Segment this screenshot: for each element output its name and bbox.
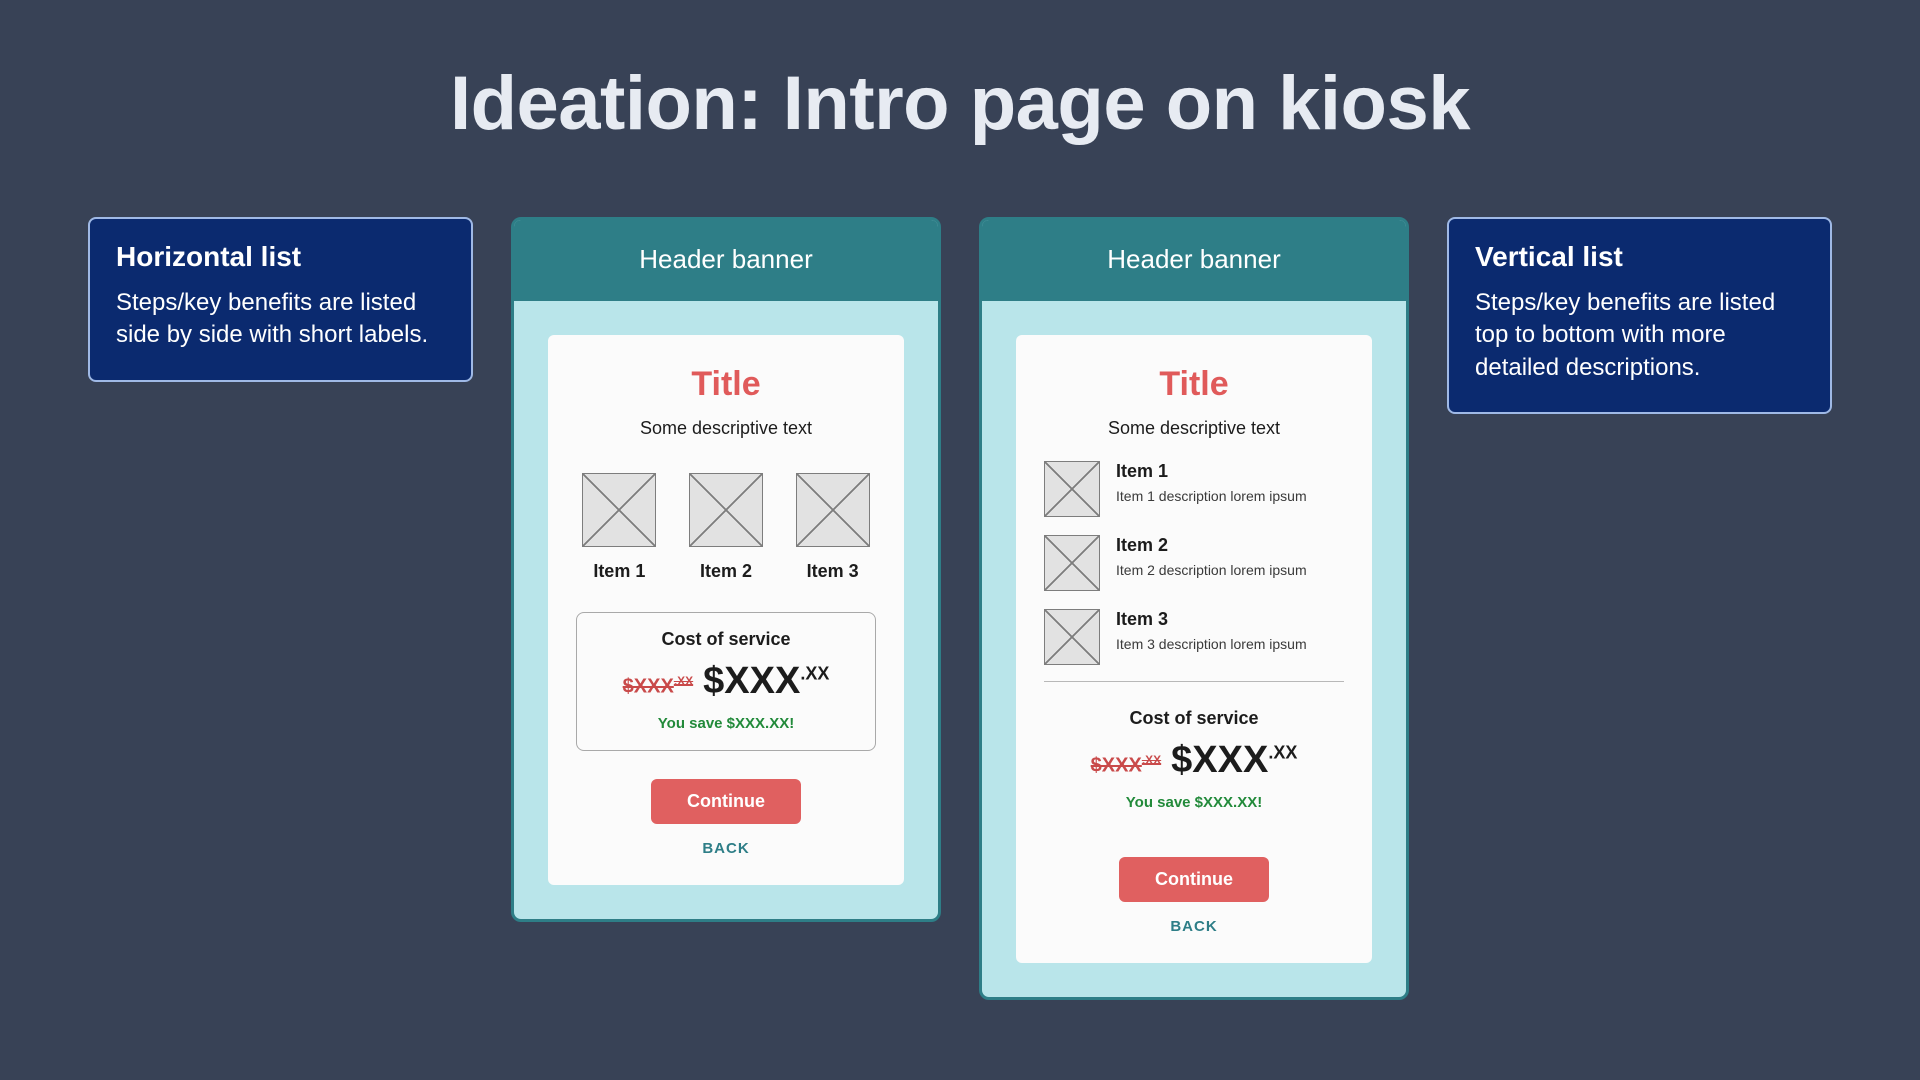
old-price: $XXX.XX: [623, 674, 694, 699]
list-item: Item 1 Item 1 description lorem ipsum: [1044, 461, 1344, 517]
card-description: Some descriptive text: [1044, 418, 1344, 439]
note-vertical-list: Vertical list Steps/key benefits are lis…: [1447, 217, 1832, 414]
continue-button[interactable]: Continue: [651, 779, 801, 824]
item-label: Item 3: [1116, 609, 1344, 630]
list-item: Item 1: [580, 473, 659, 582]
note-body: Steps/key benefits are listed side by si…: [116, 287, 445, 352]
content-card: Title Some descriptive text Item 1 Item …: [1016, 335, 1372, 963]
savings-text: You save $XXX.XX!: [595, 715, 857, 732]
item-description: Item 2 description lorem ipsum: [1116, 562, 1344, 578]
placeholder-icon: [689, 473, 763, 547]
list-item: Item 3 Item 3 description lorem ipsum: [1044, 609, 1344, 665]
item-description: Item 3 description lorem ipsum: [1116, 636, 1344, 652]
item-label: Item 2: [1116, 535, 1344, 556]
price-box: Cost of service $XXX.XX $XXX.XX You save…: [576, 612, 876, 751]
cost-label: Cost of service: [595, 629, 857, 650]
horizontal-items: Item 1 Item 2 Item 3: [576, 473, 876, 582]
item-description: Item 1 description lorem ipsum: [1116, 488, 1344, 504]
back-button[interactable]: BACK: [1170, 918, 1217, 935]
card-description: Some descriptive text: [576, 418, 876, 439]
item-label: Item 2: [687, 561, 766, 582]
placeholder-icon: [1044, 535, 1100, 591]
note-horizontal-list: Horizontal list Steps/key benefits are l…: [88, 217, 473, 382]
kiosk-header: Header banner: [982, 220, 1406, 301]
item-label: Item 3: [793, 561, 872, 582]
placeholder-icon: [1044, 461, 1100, 517]
savings-text: You save $XXX.XX!: [1062, 794, 1326, 811]
back-button[interactable]: BACK: [702, 840, 749, 857]
content-card: Title Some descriptive text Item 1 Item …: [548, 335, 904, 885]
card-title: Title: [576, 365, 876, 404]
list-item: Item 2 Item 2 description lorem ipsum: [1044, 535, 1344, 591]
kiosk-header: Header banner: [514, 220, 938, 301]
item-label: Item 1: [1116, 461, 1344, 482]
item-label: Item 1: [580, 561, 659, 582]
mock-vertical: Header banner Title Some descriptive tex…: [979, 217, 1409, 1000]
price-box: Cost of service $XXX.XX $XXX.XX You save…: [1044, 681, 1344, 829]
note-title: Horizontal list: [116, 241, 445, 273]
mock-horizontal: Header banner Title Some descriptive tex…: [511, 217, 941, 922]
placeholder-icon: [1044, 609, 1100, 665]
card-title: Title: [1044, 365, 1344, 404]
list-item: Item 3: [793, 473, 872, 582]
note-body: Steps/key benefits are listed top to bot…: [1475, 287, 1804, 384]
page-title: Ideation: Intro page on kiosk: [0, 60, 1920, 147]
cost-label: Cost of service: [1062, 708, 1326, 729]
placeholder-icon: [796, 473, 870, 547]
vertical-items: Item 1 Item 1 description lorem ipsum It…: [1044, 461, 1344, 665]
list-item: Item 2: [687, 473, 766, 582]
new-price: $XXX.XX: [703, 660, 829, 703]
old-price: $XXX.XX: [1091, 753, 1162, 778]
placeholder-icon: [582, 473, 656, 547]
continue-button[interactable]: Continue: [1119, 857, 1269, 902]
new-price: $XXX.XX: [1171, 739, 1297, 782]
note-title: Vertical list: [1475, 241, 1804, 273]
